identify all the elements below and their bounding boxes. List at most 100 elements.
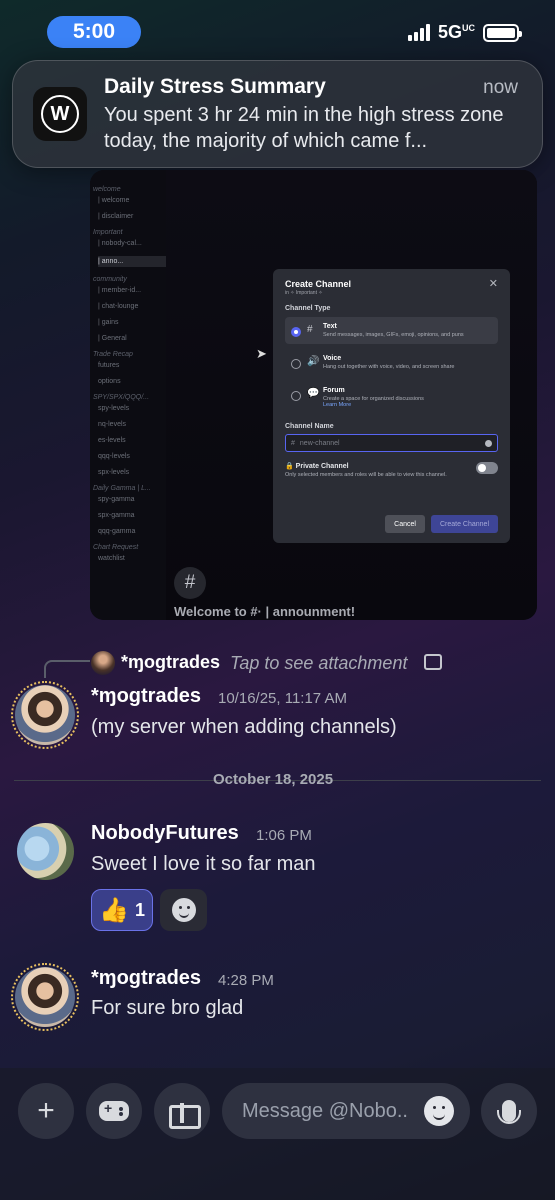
sidebar-channel: qqq-gamma [98, 528, 136, 535]
attachment-channel-sidebar: welcome | welcome | disclaimer Important | n… [90, 170, 166, 620]
message-input-container [222, 1083, 470, 1139]
date-divider: October 18, 2025 [213, 771, 334, 788]
radio-icon [291, 359, 301, 369]
reply-username[interactable]: *ɱogtrades [121, 652, 220, 673]
sidebar-category: Chart Request [93, 544, 139, 551]
attachment-welcome-text: Welcome to #· | announment! [174, 604, 356, 619]
channel-type-icon: 🔊 [307, 356, 320, 367]
sidebar-category: welcome [93, 186, 121, 193]
reply-connector [44, 660, 90, 678]
emoji-icon [485, 439, 492, 447]
voice-message-button[interactable] [481, 1083, 537, 1139]
sidebar-channel: qqq-levels [98, 453, 130, 460]
network-label: 5GUC [437, 22, 475, 42]
image-icon [424, 654, 442, 670]
plus-icon: + [37, 1094, 55, 1127]
reaction-count: 1 [134, 899, 145, 920]
sidebar-category: SPY/SPX/QQQ/... [93, 394, 150, 401]
sidebar-channel: watchlist [98, 555, 125, 562]
whoop-app-icon: W [33, 87, 87, 141]
sidebar-channel: | member-id... [98, 287, 142, 294]
emoji-picker-icon[interactable] [424, 1096, 454, 1126]
channel-type-label: Channel Type [285, 305, 331, 312]
sidebar-channel: | chat-lounge [98, 303, 139, 310]
radio-icon [291, 391, 301, 401]
gift-icon [169, 1099, 201, 1129]
message-input[interactable] [242, 1099, 412, 1123]
modal-title: Create Channel [285, 279, 352, 289]
signal-icon [407, 24, 430, 41]
option-name: Voice [323, 355, 342, 362]
message-text[interactable]: Sweet I love it so far man [91, 853, 316, 876]
channel-type-option: 🔊 Voice Hang out together with voice, vide… [285, 349, 498, 376]
sidebar-category: Daily Gamma | L... [93, 485, 151, 492]
add-attachment-button[interactable]: + [18, 1083, 74, 1139]
microphone-icon [497, 1100, 521, 1124]
status-time[interactable]: 5:00 [47, 16, 141, 48]
reply-avatar [91, 651, 115, 675]
smile-icon [171, 898, 196, 922]
gift-button[interactable] [154, 1083, 210, 1139]
option-link: Learn More [323, 402, 352, 408]
message-username[interactable]: NobodyFutures [91, 822, 239, 845]
reaction-thumbs-up[interactable]: 👍 1 [91, 889, 153, 931]
channel-type-icon: # [307, 324, 313, 335]
channel-type-option: 💬 Forum Create a space for organized discu… [285, 381, 498, 414]
option-name: Forum [323, 387, 345, 394]
sidebar-channel: | General [98, 335, 127, 342]
option-name: Text [323, 323, 337, 330]
image-attachment[interactable]: welcome | welcome | disclaimer Important | n… [90, 170, 537, 620]
option-desc: Hang out together with voice, video, and… [323, 364, 455, 370]
hash-icon: # [291, 439, 295, 447]
sidebar-channel: | welcome [98, 197, 130, 204]
sidebar-category: Important [93, 229, 123, 236]
message-timestamp: 1:06 PM [256, 827, 312, 844]
avatar-decoration [11, 681, 79, 749]
message-text[interactable]: (my server when adding channels) [91, 716, 397, 739]
channel-type-icon: 💬 [307, 388, 320, 399]
gamepad-icon [99, 1100, 129, 1121]
add-reaction-button[interactable] [160, 889, 207, 931]
modal-create-button: Create Channel [430, 515, 498, 533]
sidebar-channel: es-levels [98, 437, 126, 444]
status-indicators: 5GUC [407, 22, 522, 43]
notification-time: now [483, 77, 518, 98]
modal-subtitle: in ✧ Important ✧ [285, 290, 323, 296]
battery-icon [483, 23, 522, 42]
notification-banner[interactable]: W Daily Stress Summary now You spent 3 h… [12, 60, 543, 168]
sidebar-channel: | disclaimer [98, 213, 134, 220]
sidebar-channel: | gains [98, 319, 119, 326]
channel-name-field: # new-channel [285, 434, 498, 452]
sidebar-channel: spy-gamma [98, 496, 135, 503]
activities-button[interactable] [86, 1083, 142, 1139]
message-timestamp: 10/16/25, 11:17 AM [218, 690, 347, 707]
cursor-icon: ➤ [256, 346, 267, 361]
sidebar-channel: | anno... [98, 256, 166, 267]
sidebar-category: Trade Recap [93, 351, 133, 358]
sidebar-channel: futures [98, 362, 120, 369]
avatar[interactable] [17, 823, 74, 880]
channel-name-label: Channel Name [285, 423, 334, 430]
sidebar-category: community [93, 276, 127, 283]
message-text[interactable]: For sure bro glad [91, 997, 243, 1020]
close-icon: ✕ [488, 278, 498, 290]
sidebar-channel: spy-levels [98, 405, 130, 412]
channel-type-option: # Text Send messages, images, GIFs, emoji,… [285, 317, 498, 344]
avatar-decoration [11, 963, 79, 1031]
reply-tap-text[interactable]: Tap to see attachment [230, 653, 407, 674]
notification-title: Daily Stress Summary [104, 75, 326, 98]
message-username[interactable]: *ɱogtrades [91, 685, 201, 708]
sidebar-channel: nq-levels [98, 421, 127, 428]
channel-hash-icon: # [174, 567, 206, 599]
message-username[interactable]: *ɱogtrades [91, 967, 201, 990]
create-channel-modal: Create Channel in ✧ Important ✧ ✕ Channe… [273, 269, 510, 543]
lock-icon: 🔒 [285, 463, 296, 470]
modal-cancel-button: Cancel [385, 515, 425, 533]
sidebar-channel: spx-levels [98, 469, 130, 476]
radio-icon [291, 327, 301, 337]
sidebar-channel: | nobody-cal... [98, 240, 142, 247]
message-timestamp: 4:28 PM [218, 972, 274, 989]
sidebar-channel: spx-gamma [98, 512, 135, 519]
status-bar: 5:00 5GUC [0, 0, 555, 64]
sidebar-channel: options [98, 378, 121, 385]
